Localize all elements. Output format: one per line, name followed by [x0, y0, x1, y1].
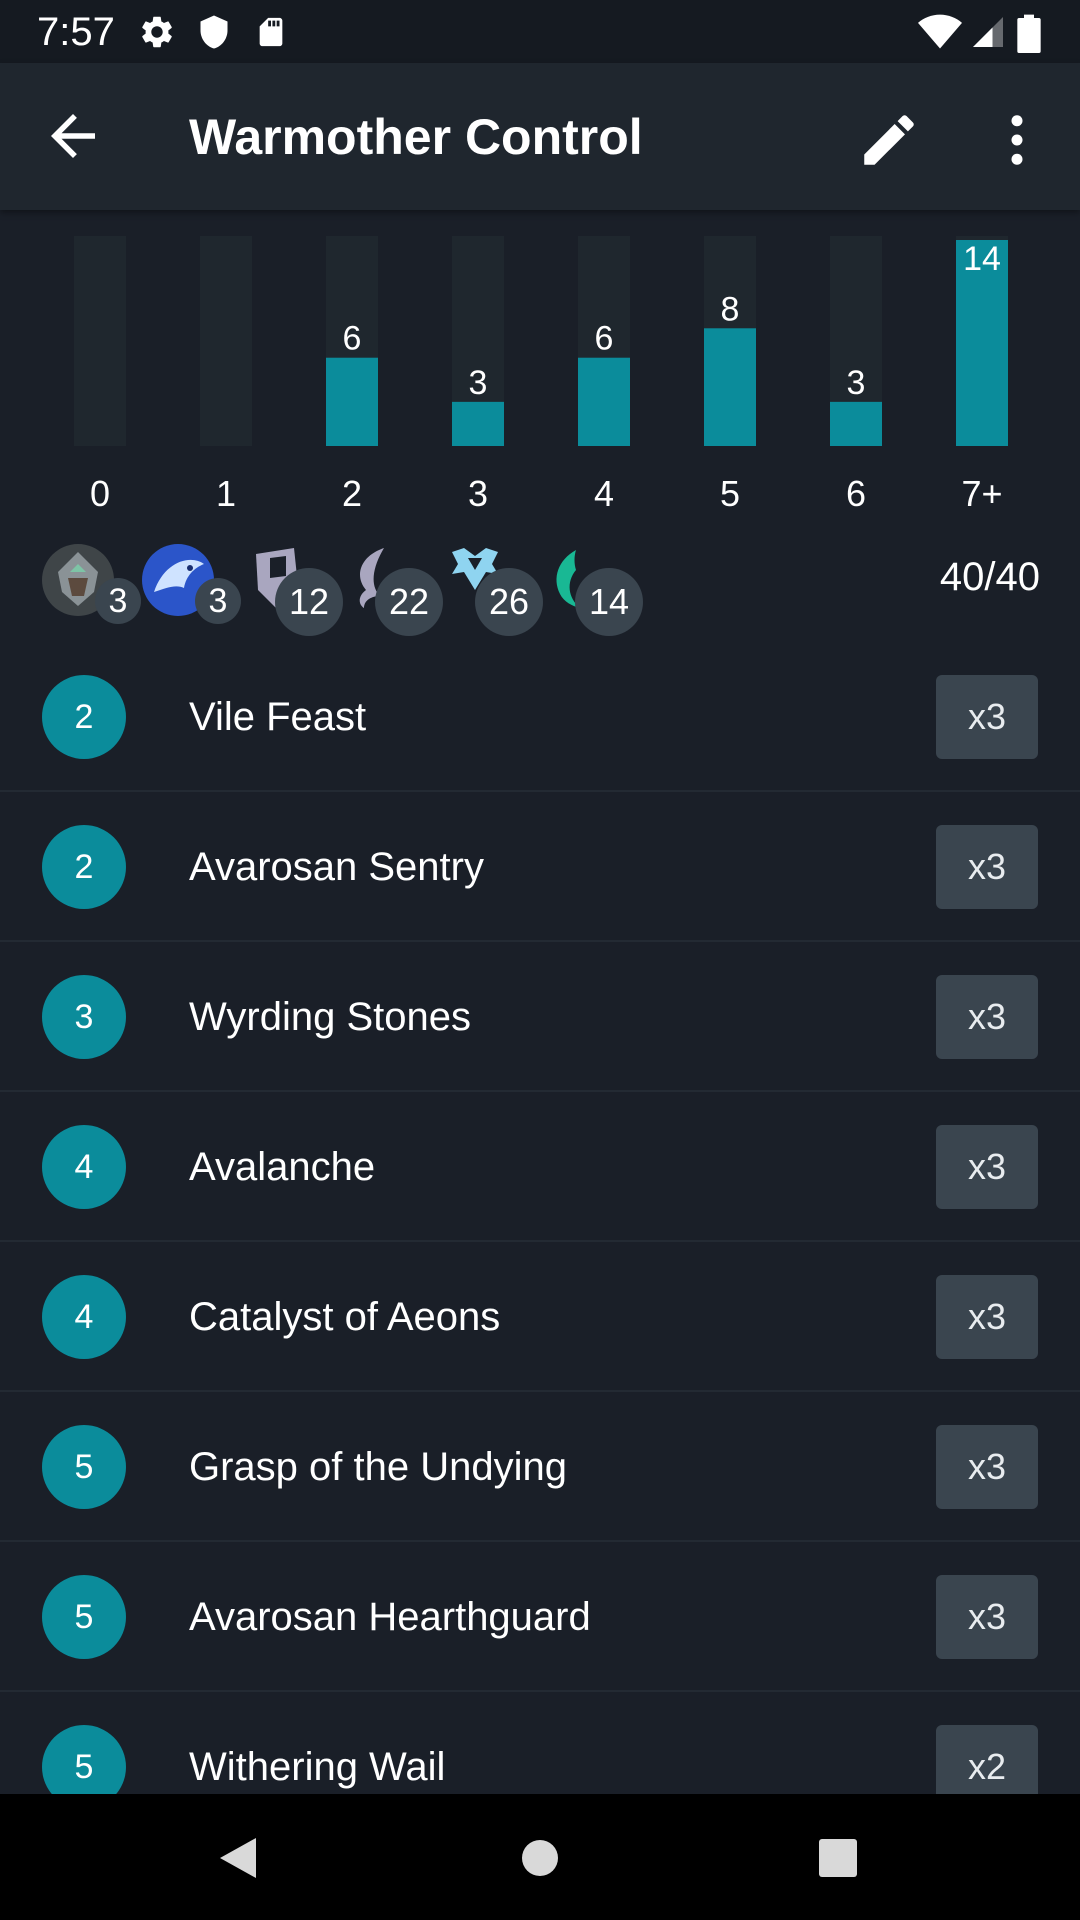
card-name: Vile Feast: [189, 695, 367, 739]
curve-bar: [326, 357, 378, 446]
curve-cost-tick-label: 4: [594, 473, 614, 514]
nav-home-icon[interactable]: [520, 1838, 560, 1878]
curve-bar-value-label: 3: [469, 364, 488, 402]
card-row[interactable]: 5 Avarosan Hearthguard x3: [0, 1542, 1080, 1692]
card-name: Catalyst of Aeons: [189, 1295, 501, 1339]
card-row[interactable]: 2 Avarosan Sentry x3: [0, 792, 1080, 942]
page-title: Warmother Control: [189, 109, 643, 165]
deck-total-count: 40/40: [939, 555, 1040, 599]
card-row[interactable]: 2 Vile Feast x3: [0, 642, 1080, 792]
curve-bar: [578, 357, 630, 446]
follower-count-badge: 12: [275, 568, 343, 636]
card-row[interactable]: 5 Withering Wail x2: [0, 1692, 1080, 1794]
card-name: Avarosan Hearthguard: [189, 1595, 591, 1639]
curve-cost-tick-label: 2: [342, 473, 362, 514]
deck-summary: 3 3 12 22 26 14: [40, 538, 643, 638]
shield-icon: [200, 15, 228, 49]
mana-curve-chart: 0 1 6 2 3 3 6 4 8 5 3 6 14 7+: [74, 236, 1008, 514]
card-count-chip[interactable]: x3: [936, 675, 1038, 759]
freljord-region[interactable]: 26: [440, 538, 543, 638]
curve-bar-value-label: 8: [721, 290, 740, 328]
curve-bar: [452, 401, 504, 446]
curve-bar-track: [74, 236, 126, 446]
champion-count-badge: 3: [95, 578, 141, 624]
card-name: Wyrding Stones: [189, 995, 471, 1039]
system-nav-bar: [0, 1794, 1080, 1920]
card-name: Withering Wail: [189, 1745, 446, 1789]
card-name: Avalanche: [189, 1145, 376, 1189]
card-cost-badge: 4: [42, 1275, 126, 1359]
card-row[interactable]: 4 Avalanche x3: [0, 1092, 1080, 1242]
status-bar: 7:57: [0, 0, 1080, 63]
curve-cost-tick-label: 1: [216, 473, 236, 514]
card-count-chip[interactable]: x2: [936, 1725, 1038, 1794]
card-cost-badge: 5: [42, 1725, 126, 1794]
curve-bar-value-label: 14: [963, 240, 1001, 278]
card-cost-badge: 2: [42, 675, 126, 759]
follower-type[interactable]: 12: [240, 538, 343, 638]
card-count-chip[interactable]: x3: [936, 1425, 1038, 1509]
battery-icon: [1017, 14, 1041, 53]
wifi-icon: [918, 14, 962, 49]
card-row[interactable]: 4 Catalyst of Aeons x3: [0, 1242, 1080, 1392]
card-name: Grasp of the Undying: [189, 1445, 567, 1489]
nav-back-icon[interactable]: [216, 1834, 260, 1882]
card-count-chip[interactable]: x3: [936, 1575, 1038, 1659]
card-count-chip[interactable]: x3: [936, 825, 1038, 909]
curve-cost-tick-label: 3: [468, 473, 488, 514]
card-count-chip[interactable]: x3: [936, 975, 1038, 1059]
status-time: 7:57: [37, 10, 115, 54]
card-cost-badge: 4: [42, 1125, 126, 1209]
card-name: Avarosan Sentry: [189, 845, 484, 889]
curve-cost-tick-label: 7+: [961, 473, 1002, 514]
curve-cost-tick-label: 0: [90, 473, 110, 514]
card-count-chip[interactable]: x3: [936, 1125, 1038, 1209]
shadow-isles-region[interactable]: 14: [540, 538, 643, 638]
card-row[interactable]: 3 Wyrding Stones x3: [0, 942, 1080, 1092]
curve-bar-value-label: 6: [343, 320, 362, 358]
more-vert-icon[interactable]: [984, 107, 1050, 173]
curve-bar-track: [200, 236, 252, 446]
champion-count-badge: 3: [195, 578, 241, 624]
card-list[interactable]: 2 Vile Feast x3 2 Avarosan Sentry x3 3 W…: [0, 642, 1080, 1794]
sd-card-icon: [259, 17, 283, 47]
curve-bar-value-label: 3: [847, 364, 866, 402]
signal-icon: [973, 17, 1003, 47]
curve-bar: [704, 328, 756, 446]
pencil-icon[interactable]: [856, 107, 922, 173]
curve-cost-tick-label: 6: [846, 473, 866, 514]
app-bar: Warmother Control: [0, 63, 1080, 210]
champion-portrait-eagle[interactable]: 3: [140, 538, 241, 638]
curve-bar: [830, 401, 882, 446]
shadow-isles-count-badge: 14: [575, 568, 643, 636]
card-cost-badge: 3: [42, 975, 126, 1059]
card-count-chip[interactable]: x3: [936, 1275, 1038, 1359]
arrow-back-icon[interactable]: [40, 103, 106, 169]
curve-cost-tick-label: 5: [720, 473, 740, 514]
freljord-count-badge: 26: [475, 568, 543, 636]
nav-recents-icon[interactable]: [818, 1838, 858, 1878]
gear-icon: [142, 16, 172, 48]
champion-portrait-warrior[interactable]: 3: [40, 538, 141, 638]
spell-type[interactable]: 22: [340, 538, 443, 638]
spell-count-badge: 22: [375, 568, 443, 636]
card-row[interactable]: 5 Grasp of the Undying x3: [0, 1392, 1080, 1542]
card-cost-badge: 5: [42, 1575, 126, 1659]
card-cost-badge: 2: [42, 825, 126, 909]
card-cost-badge: 5: [42, 1425, 126, 1509]
curve-bar-value-label: 6: [595, 320, 614, 358]
